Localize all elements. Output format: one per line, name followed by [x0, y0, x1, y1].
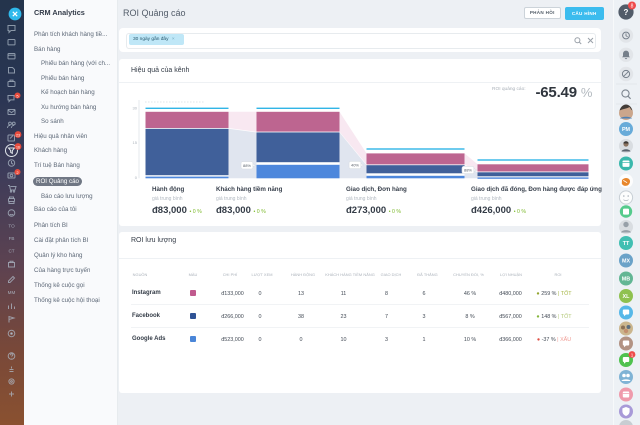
svg-text:MM: MM — [8, 290, 16, 295]
svg-text:TT: TT — [623, 241, 630, 247]
svg-text:MX: MX — [622, 259, 630, 265]
svg-text:0: 0 — [135, 175, 138, 180]
svg-text:88%: 88% — [243, 163, 251, 168]
svg-text:?: ? — [624, 8, 629, 17]
svg-text:PM: PM — [622, 127, 631, 133]
svg-text:MB: MB — [622, 277, 630, 283]
svg-text:23: 23 — [16, 134, 20, 138]
svg-text:TO: TO — [8, 224, 15, 229]
svg-text:88%: 88% — [464, 168, 472, 173]
svg-text:40%: 40% — [351, 163, 359, 168]
svg-text:CT: CT — [8, 249, 14, 254]
svg-text:FB: FB — [9, 236, 15, 241]
svg-text:15: 15 — [133, 140, 138, 145]
svg-text:16: 16 — [16, 146, 20, 150]
svg-text:30: 30 — [133, 106, 138, 111]
svg-text:1: 1 — [631, 353, 634, 358]
svg-text:XL: XL — [623, 294, 631, 300]
svg-text:8: 8 — [631, 4, 634, 10]
